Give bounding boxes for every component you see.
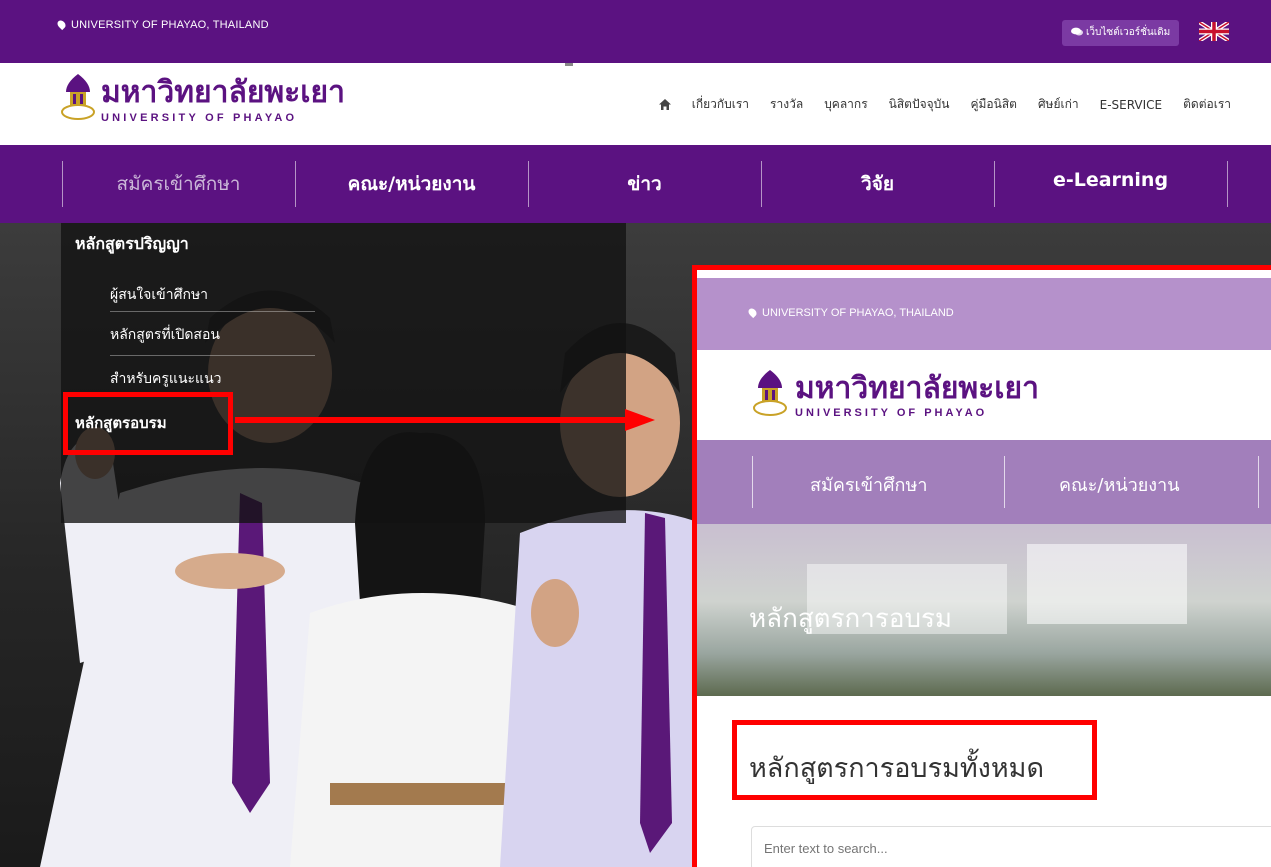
highlight-box <box>732 720 1097 800</box>
mainnav-item-faculties[interactable]: คณะ/หน่วยงาน <box>295 169 528 199</box>
dropdown-item-programs[interactable]: หลักสูตรที่เปิดสอน <box>110 324 220 346</box>
inset-top-bar: UNIVERSITY OF PHAYAO, THAILAND <box>697 278 1271 350</box>
nav-indicator <box>565 63 573 66</box>
topnav-item-about[interactable]: เกี่ยวกับเรา <box>692 95 749 114</box>
inset-banner-title: หลักสูตรการอบรม <box>749 604 953 634</box>
inset-logo-thai: มหาวิทยาลัยพะเยา <box>795 371 1039 406</box>
nav-separator <box>1258 456 1259 508</box>
top-bar: UNIVERSITY OF PHAYAO, THAILAND เว็บไซต์เ… <box>0 0 1271 63</box>
university-seal-icon <box>753 370 787 416</box>
nav-separator <box>1004 456 1005 508</box>
mainnav-item-elearning[interactable]: e-Learning <box>994 169 1227 191</box>
mainnav-item-admission[interactable]: สมัครเข้าศึกษา <box>62 169 295 199</box>
location-text: UNIVERSITY OF PHAYAO, THAILAND <box>55 18 269 31</box>
divider <box>110 355 315 356</box>
nav-separator <box>1227 161 1228 207</box>
topnav-item-eservice[interactable]: E-SERVICE <box>1100 98 1163 112</box>
topnav-item-handbook[interactable]: คู่มือนิสิต <box>970 95 1016 114</box>
topnav-item-staff[interactable]: บุคลากร <box>824 95 867 114</box>
topnav-item-contact[interactable]: ติดต่อเรา <box>1183 95 1231 114</box>
dropdown-heading[interactable]: หลักสูตรปริญญา <box>75 232 189 257</box>
logo-english-name[interactable]: UNIVERSITY OF PHAYAO <box>101 112 297 124</box>
map-pin-icon <box>746 306 759 319</box>
topnav-item-alumni[interactable]: ศิษย์เก่า <box>1038 95 1079 114</box>
inset-nav-admission: สมัครเข้าศึกษา <box>810 475 928 496</box>
dropdown-item-prospective[interactable]: ผู้สนใจเข้าศึกษา <box>110 284 208 306</box>
uk-flag-icon[interactable] <box>1199 22 1229 41</box>
logo-thai-name[interactable]: มหาวิทยาลัยพะเยา <box>101 74 345 112</box>
inset-nav-faculties: คณะ/หน่วยงาน <box>1059 475 1180 496</box>
inset-location-text: UNIVERSITY OF PHAYAO, THAILAND <box>746 306 954 319</box>
map-pin-icon <box>55 18 68 31</box>
main-navigation: สมัครเข้าศึกษา คณะ/หน่วยงาน ข่าว วิจัย e… <box>0 145 1271 223</box>
building-shape <box>1027 544 1187 624</box>
old-site-button[interactable]: เว็บไซต์เวอร์ชั่นเดิม <box>1062 20 1180 46</box>
topnav-item-students[interactable]: นิสิตปัจจุบัน <box>889 95 950 114</box>
university-seal-icon[interactable] <box>60 72 96 122</box>
chat-bubble-icon <box>1071 27 1083 36</box>
search-input[interactable] <box>751 826 1271 867</box>
home-icon[interactable] <box>658 99 671 110</box>
dropdown-item-counselors[interactable]: สำหรับครูแนะแนว <box>110 368 222 390</box>
inset-main-nav: สมัครเข้าศึกษา คณะ/หน่วยงาน <box>697 440 1271 524</box>
top-navigation: เกี่ยวกับเรา รางวัล บุคลากร นิสิตปัจจุบั… <box>658 95 1231 114</box>
divider <box>110 311 315 312</box>
inset-logo-english: UNIVERSITY OF PHAYAO <box>795 407 988 419</box>
highlight-box <box>63 392 233 455</box>
nav-separator <box>752 456 753 508</box>
mainnav-item-news[interactable]: ข่าว <box>528 169 761 199</box>
topnav-item-awards[interactable]: รางวัล <box>770 95 803 114</box>
red-arrow-icon <box>235 409 655 431</box>
mainnav-item-research[interactable]: วิจัย <box>761 169 994 199</box>
